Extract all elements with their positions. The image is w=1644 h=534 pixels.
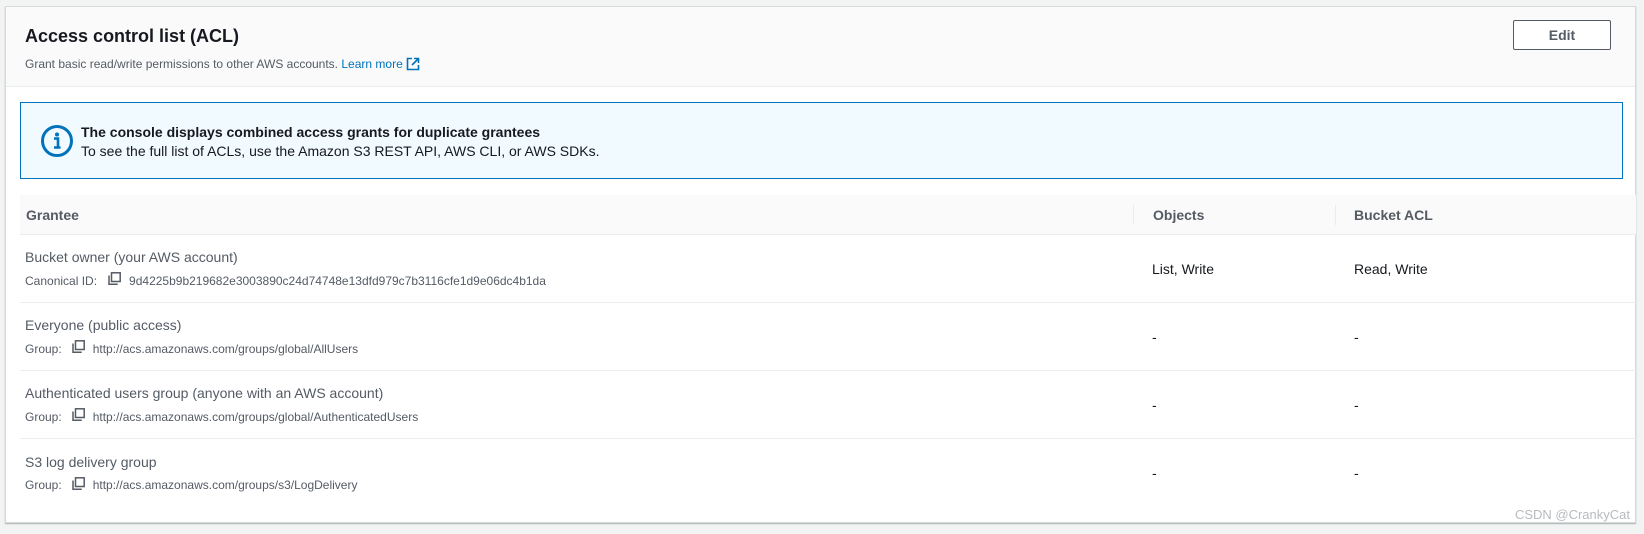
grantee-cell: Authenticated users group (anyone with a… [20,384,1133,425]
grantee-detail-label: Group: [25,409,62,424]
grantee-detail: Group: http://acs.amazonaws.com/groups/s… [25,476,1133,494]
grantee-detail-value: http://acs.amazonaws.com/groups/s3/LogDe… [92,478,358,492]
grantee-cell: Bucket owner (your AWS account) Canonica… [20,248,1133,289]
edit-button[interactable]: Edit [1513,20,1611,50]
grantee-detail-value: http://acs.amazonaws.com/groups/global/A… [92,409,419,424]
grantee-table: Grantee Objects Bucket ACL Bucket owner … [20,195,1636,507]
learn-more-link[interactable]: Learn more [341,57,420,71]
objects-cell: List, Write [1152,260,1214,277]
external-link-icon [406,57,420,75]
grantee-detail-label: Group: [25,478,62,492]
table-row: S3 log delivery group Group: http://acs.… [20,439,1636,507]
grantee-cell: S3 log delivery group Group: http://acs.… [20,453,1133,494]
grantee-detail-label: Canonical ID: [25,273,98,288]
table-header: Grantee Objects Bucket ACL [20,195,1636,235]
table-row: Authenticated users group (anyone with a… [20,371,1636,439]
grantee-detail-value: 9d4225b9b219682e3003890c24d74748e13dfd97… [129,273,546,288]
bucket-acl-cell: - [1354,328,1359,345]
learn-more-label: Learn more [341,57,403,71]
table-body: Bucket owner (your AWS account) Canonica… [20,235,1636,507]
description-text: Grant basic read/write permissions to ot… [25,57,339,71]
column-header-grantee[interactable]: Grantee [20,205,1133,225]
grantee-cell: Everyone (public access) Group: http://a… [20,316,1133,357]
alert-title: The console displays combined access gra… [81,124,541,140]
grantee-detail-label: Group: [25,341,62,356]
copy-icon[interactable] [108,272,121,289]
grantee-name: Bucket owner (your AWS account) [25,249,238,265]
objects-cell: - [1152,396,1157,413]
column-header-bucket-acl[interactable]: Bucket ACL [1335,204,1635,225]
copy-icon[interactable] [71,340,85,357]
column-header-objects[interactable]: Objects [1133,204,1335,225]
bucket-acl-cell: - [1354,465,1359,481]
copy-icon[interactable] [71,408,85,425]
alert-text: The console displays combined access gra… [81,123,600,161]
bucket-acl-cell: - [1354,396,1359,413]
panel-header: Access control list (ACL) Grant basic re… [6,7,1635,87]
grantee-name: Authenticated users group (anyone with a… [25,385,384,401]
panel-description: Grant basic read/write permissions to ot… [25,56,1616,75]
copy-icon[interactable] [71,476,85,494]
grantee-detail: Canonical ID: 9d4225b9b219682e3003890c24… [25,272,1133,289]
grantee-name: S3 log delivery group [25,453,157,470]
panel-title: Access control list (ACL) [25,26,240,46]
alert-body: To see the full list of ACLs, use the Am… [81,143,600,159]
grantee-name: Everyone (public access) [25,317,182,333]
acl-panel: Access control list (ACL) Grant basic re… [5,6,1636,523]
grantee-detail: Group: http://acs.amazonaws.com/groups/g… [25,340,1133,357]
objects-cell: - [1152,465,1157,481]
grantee-detail: Group: http://acs.amazonaws.com/groups/g… [25,408,1133,425]
grantee-detail-value: http://acs.amazonaws.com/groups/global/A… [92,341,359,356]
info-icon [41,125,73,157]
watermark: CSDN @CrankyCat [1514,507,1630,522]
bucket-acl-cell: Read, Write [1354,260,1428,277]
info-alert: The console displays combined access gra… [20,102,1623,179]
table-row: Bucket owner (your AWS account) Canonica… [20,235,1636,303]
objects-cell: - [1152,328,1157,345]
table-row: Everyone (public access) Group: http://a… [20,303,1636,371]
